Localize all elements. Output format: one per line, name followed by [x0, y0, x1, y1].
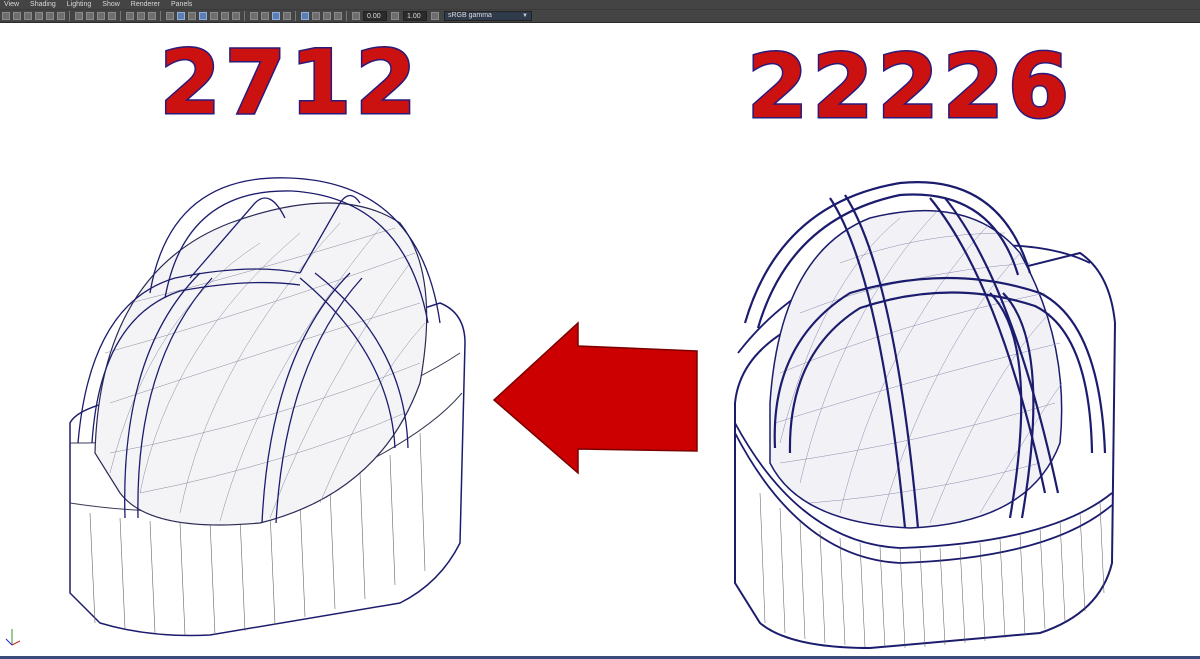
toolbar-divider: [160, 11, 161, 21]
image-plane-icon[interactable]: [35, 12, 43, 20]
menu-lighting[interactable]: Lighting: [67, 0, 92, 9]
menu-bar: View Shading Lighting Show Renderer Pane…: [0, 0, 1200, 9]
viewport-3d[interactable]: 2712 22226: [0, 23, 1200, 659]
low-poly-model: [69, 177, 466, 637]
smooth-shade-icon[interactable]: [177, 12, 185, 20]
toolbar-divider: [69, 11, 70, 21]
field-chart-icon[interactable]: [126, 12, 134, 20]
film-gate-icon[interactable]: [86, 12, 94, 20]
camera-attributes-icon[interactable]: [13, 12, 21, 20]
menu-panels[interactable]: Panels: [171, 0, 192, 9]
toolbar-divider: [244, 11, 245, 21]
wireframe-icon[interactable]: [166, 12, 174, 20]
screen-space-ao-icon[interactable]: [250, 12, 258, 20]
anti-aliasing-icon[interactable]: [272, 12, 280, 20]
select-camera-icon[interactable]: [2, 12, 10, 20]
gamma-icon[interactable]: [391, 12, 399, 20]
resolution-gate-icon[interactable]: [97, 12, 105, 20]
high-poly-model: [734, 181, 1117, 650]
depth-of-field-icon[interactable]: [283, 12, 291, 20]
color-management-icon[interactable]: [431, 12, 439, 20]
menu-renderer[interactable]: Renderer: [131, 0, 160, 9]
xray-icon[interactable]: [312, 12, 320, 20]
default-material-icon[interactable]: [188, 12, 196, 20]
grease-pencil-icon[interactable]: [57, 12, 65, 20]
safe-action-icon[interactable]: [137, 12, 145, 20]
axis-gizmo-icon: [5, 629, 21, 646]
xray-components-icon[interactable]: [334, 12, 342, 20]
textured-icon[interactable]: [210, 12, 218, 20]
exposure-field[interactable]: 0.00: [363, 11, 387, 21]
toolbar-divider: [120, 11, 121, 21]
grid-icon[interactable]: [75, 12, 83, 20]
arrow-left-icon: [492, 321, 698, 475]
isolate-select-icon[interactable]: [301, 12, 309, 20]
shadows-icon[interactable]: [232, 12, 240, 20]
wireframe-on-shaded-icon[interactable]: [199, 12, 207, 20]
toolbar-divider: [346, 11, 347, 21]
motion-blur-icon[interactable]: [261, 12, 269, 20]
gate-mask-icon[interactable]: [108, 12, 116, 20]
menu-show[interactable]: Show: [102, 0, 120, 9]
gamma-field[interactable]: 1.00: [403, 11, 427, 21]
xray-joints-icon[interactable]: [323, 12, 331, 20]
safe-title-icon[interactable]: [148, 12, 156, 20]
color-space-value: sRGB gamma: [448, 12, 492, 19]
menu-shading[interactable]: Shading: [30, 0, 56, 9]
2d-pan-zoom-icon[interactable]: [46, 12, 54, 20]
bookmark-icon[interactable]: [24, 12, 32, 20]
low-poly-count: 2712: [160, 31, 421, 134]
toolbar-divider: [295, 11, 296, 21]
chevron-down-icon: ▼: [522, 13, 528, 19]
color-space-dropdown[interactable]: sRGB gamma ▼: [444, 11, 532, 21]
exposure-icon[interactable]: [352, 12, 360, 20]
lighting-icon[interactable]: [221, 12, 229, 20]
menu-view[interactable]: View: [4, 0, 19, 9]
viewport-toolbar: 0.00 1.00 sRGB gamma ▼: [0, 9, 1200, 23]
high-poly-count: 22226: [747, 35, 1073, 138]
viewport-canvas: 2712 22226: [5, 30, 1117, 650]
